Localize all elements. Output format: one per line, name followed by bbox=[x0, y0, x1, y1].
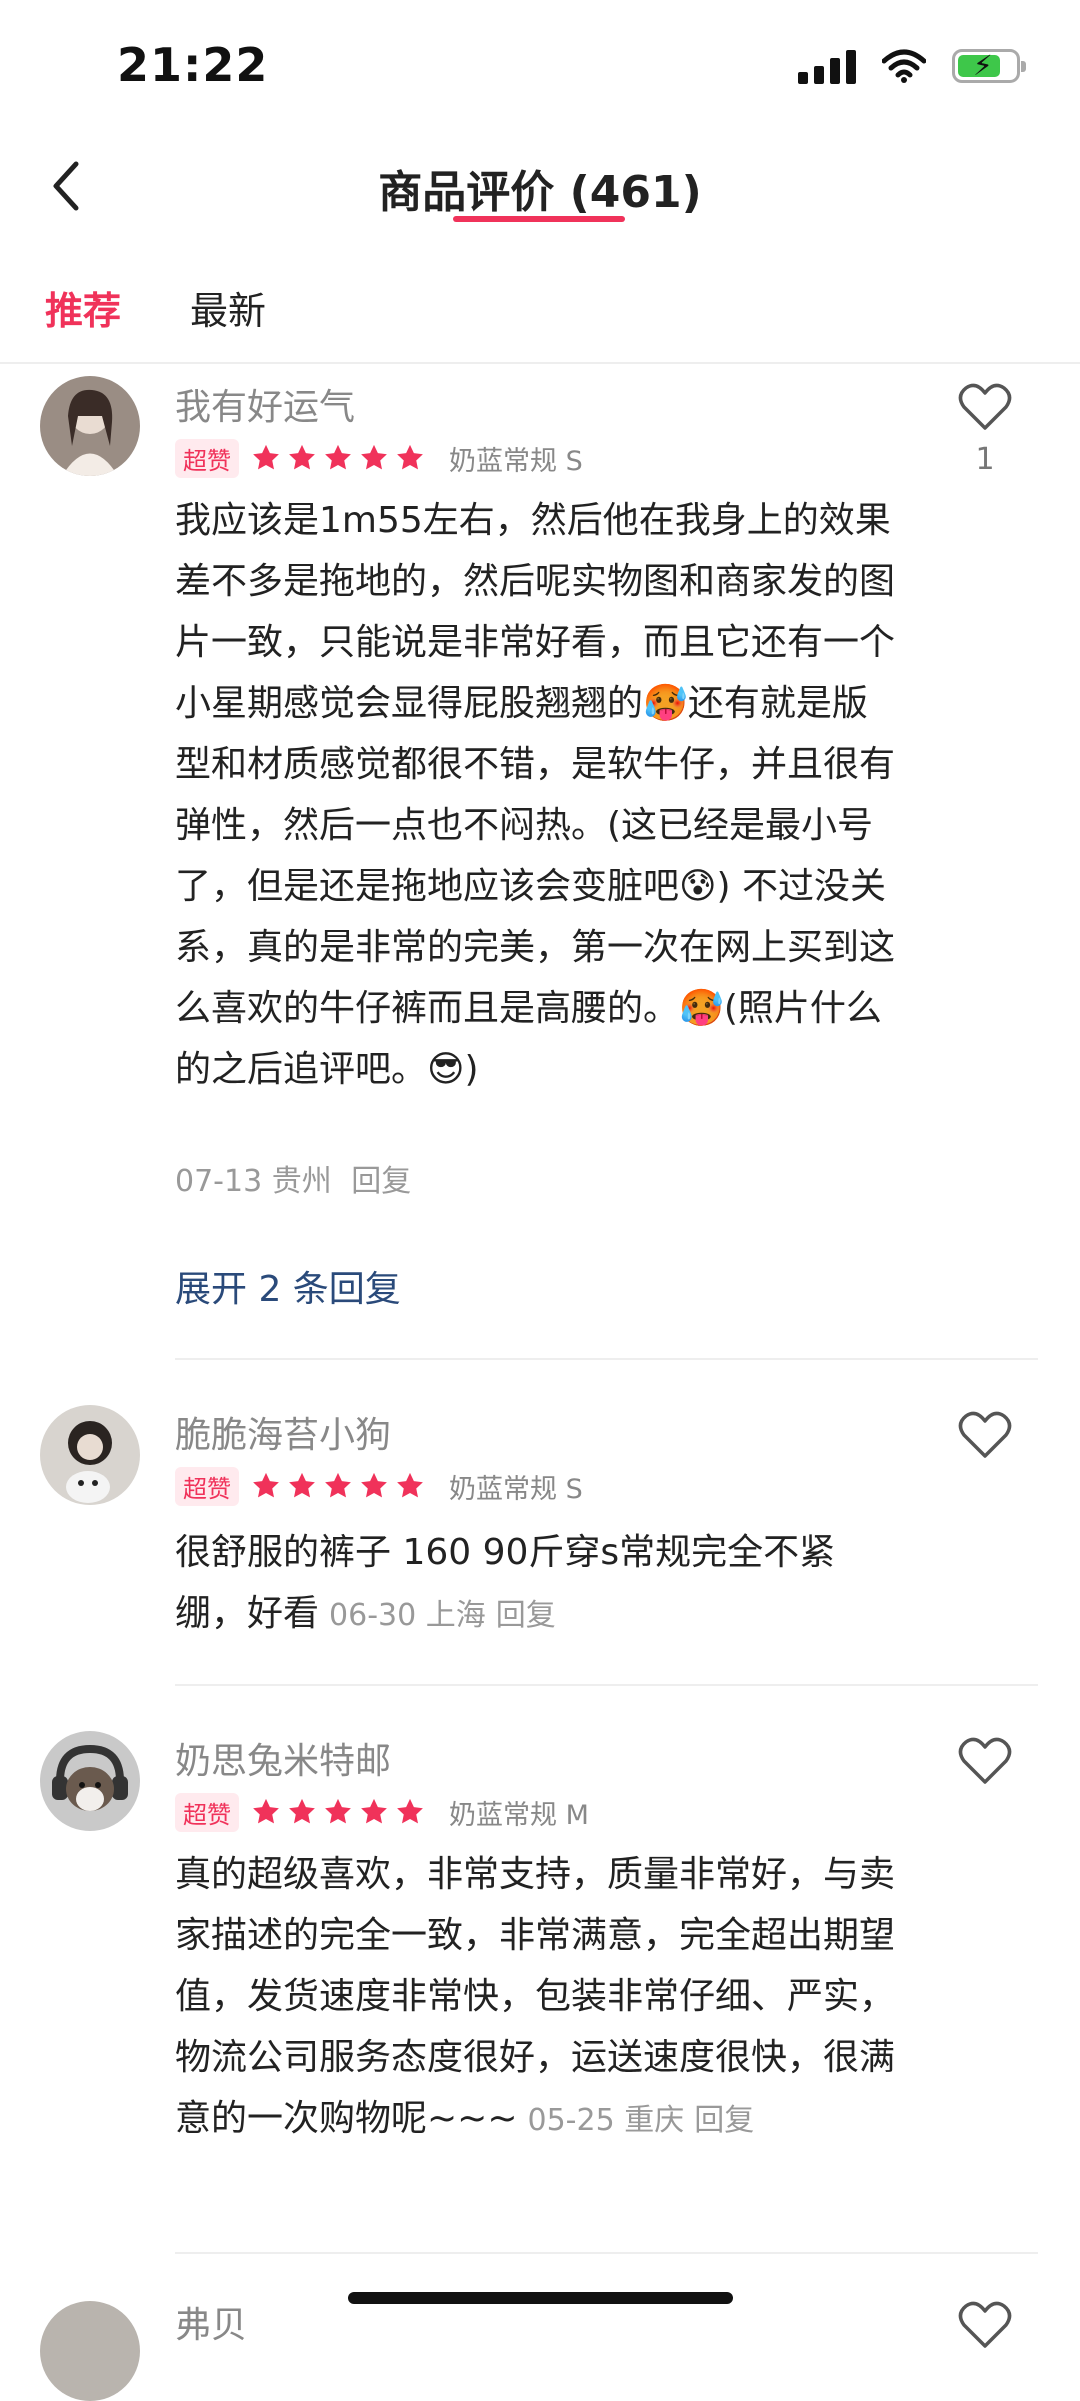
review-text: 我应该是1m55左右，然后他在我身上的效果差不多是拖地的，然后呢实物图和商家发的… bbox=[175, 490, 895, 1100]
like-heart-icon[interactable] bbox=[958, 2300, 1012, 2350]
page-title: 商品评价 (461) bbox=[378, 167, 702, 218]
navigation-bar: 商品评价 (461) bbox=[0, 140, 1080, 250]
divider bbox=[175, 1358, 1038, 1360]
rating-stars bbox=[251, 1471, 425, 1501]
product-spec: 奶蓝常规 S bbox=[449, 445, 583, 477]
review-body: 我应该是1m55左右，然后他在我身上的效果差不多是拖地的，然后呢实物图和商家发的… bbox=[175, 500, 896, 1090]
review-meta: 超赞 奶蓝常规 M bbox=[175, 1792, 589, 1832]
star-icon bbox=[253, 1798, 279, 1824]
reply-button[interactable]: 回复 bbox=[351, 1164, 411, 1199]
star-icon bbox=[361, 1472, 387, 1498]
product-spec: 奶蓝常规 S bbox=[449, 1473, 583, 1505]
status-time: 21:22 bbox=[117, 38, 269, 92]
battery-charging-icon: ⚡ bbox=[952, 49, 1026, 83]
avatar[interactable] bbox=[40, 376, 140, 476]
star-icon bbox=[289, 444, 315, 470]
review-date-location: 06-30 上海 bbox=[329, 1598, 486, 1633]
review-text: 很舒服的裤子 160 90斤穿s常规完全不紧绷，好看 06-30 上海 回复 bbox=[175, 1522, 895, 1646]
star-icon bbox=[253, 444, 279, 470]
divider bbox=[175, 1684, 1038, 1686]
star-icon bbox=[289, 1798, 315, 1824]
star-icon bbox=[361, 444, 387, 470]
star-icon bbox=[289, 1472, 315, 1498]
tab-recommended[interactable]: 推荐 bbox=[45, 280, 121, 335]
star-icon bbox=[397, 1798, 423, 1824]
rating-stars bbox=[251, 1797, 425, 1827]
avatar[interactable] bbox=[40, 1405, 140, 1505]
reply-button[interactable]: 回复 bbox=[694, 2103, 754, 2138]
home-indicator[interactable] bbox=[348, 2292, 733, 2304]
review-username[interactable]: 弗贝 bbox=[175, 2296, 247, 2348]
review-username[interactable]: 奶思兔米特邮 bbox=[175, 1732, 391, 1784]
rating-badge: 超赞 bbox=[175, 438, 239, 478]
star-icon bbox=[361, 1798, 387, 1824]
review-username[interactable]: 我有好运气 bbox=[175, 378, 355, 430]
sort-tabs: 推荐 最新 bbox=[0, 268, 1080, 364]
star-icon bbox=[397, 1472, 423, 1498]
review-meta: 超赞 奶蓝常规 S bbox=[175, 438, 583, 478]
review-date-location: 05-25 重庆 bbox=[527, 2103, 685, 2138]
rating-stars bbox=[251, 443, 425, 473]
tab-latest[interactable]: 最新 bbox=[190, 280, 266, 335]
avatar[interactable] bbox=[40, 2301, 140, 2401]
star-icon bbox=[325, 1472, 351, 1498]
like-count: 1 bbox=[975, 442, 995, 477]
divider bbox=[175, 2252, 1038, 2254]
wifi-icon bbox=[882, 49, 926, 83]
rating-badge: 超赞 bbox=[175, 1466, 239, 1506]
title-underline bbox=[453, 216, 625, 222]
like-heart-icon[interactable] bbox=[958, 382, 1012, 432]
star-icon bbox=[397, 444, 423, 470]
expand-replies-link[interactable]: 展开 2 条回复 bbox=[175, 1260, 401, 1312]
avatar[interactable] bbox=[40, 1731, 140, 1831]
product-spec: 奶蓝常规 M bbox=[449, 1799, 589, 1831]
status-icons: ⚡ bbox=[798, 48, 1026, 84]
review-footer: 07-13 贵州 回复 bbox=[175, 1162, 895, 1202]
review-body: 真的超级喜欢，非常支持，质量非常好，与卖家描述的完全一致，非常满意，完全超出期望… bbox=[175, 1854, 896, 2139]
like-heart-icon[interactable] bbox=[958, 1410, 1012, 1460]
star-icon bbox=[325, 1798, 351, 1824]
review-text: 真的超级喜欢，非常支持，质量非常好，与卖家描述的完全一致，非常满意，完全超出期望… bbox=[175, 1844, 895, 2151]
review-meta: 超赞 奶蓝常规 S bbox=[175, 1466, 583, 1506]
like-heart-icon[interactable] bbox=[958, 1736, 1012, 1786]
status-bar: 21:22 ⚡ bbox=[0, 0, 1080, 140]
review-username[interactable]: 脆脆海苔小狗 bbox=[175, 1406, 391, 1458]
star-icon bbox=[325, 444, 351, 470]
rating-badge: 超赞 bbox=[175, 1792, 239, 1832]
review-date-location: 07-13 贵州 bbox=[175, 1164, 332, 1199]
cellular-signal-icon bbox=[798, 48, 856, 84]
star-icon bbox=[253, 1472, 279, 1498]
reply-button[interactable]: 回复 bbox=[496, 1598, 556, 1633]
